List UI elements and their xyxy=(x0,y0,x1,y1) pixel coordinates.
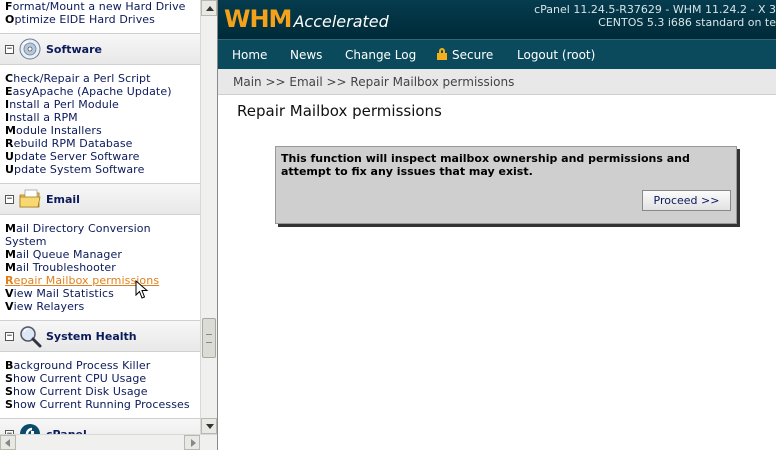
top-nav: Home News Change Log Secure Logout (root… xyxy=(218,39,776,69)
nav-logout[interactable]: Logout (root) xyxy=(517,48,595,62)
nav-home[interactable]: Home xyxy=(232,48,267,62)
nav-news[interactable]: News xyxy=(290,48,322,62)
sidebar-link-background-process-killer[interactable]: Background Process Killer xyxy=(0,359,200,372)
sidebar-link-update-system-software[interactable]: Update System Software xyxy=(0,163,200,176)
proceed-button[interactable]: Proceed >> xyxy=(642,190,731,211)
sidebar-link-mail-queue-manager[interactable]: Mail Queue Manager xyxy=(0,248,200,261)
magnifier-icon xyxy=(20,326,42,348)
scroll-down-button[interactable] xyxy=(201,418,217,434)
collapse-toggle-icon[interactable]: − xyxy=(5,45,14,54)
scroll-up-button[interactable] xyxy=(201,0,217,16)
sidebar-link-show-cpu-usage[interactable]: Show Current CPU Usage xyxy=(0,372,200,385)
section-header-software[interactable]: − Software xyxy=(0,33,200,65)
whm-logo[interactable]: WHM Accelerated xyxy=(224,5,389,33)
logo-main: WHM xyxy=(224,5,292,33)
collapse-toggle-icon[interactable]: − xyxy=(5,332,14,341)
scroll-left-button[interactable] xyxy=(0,435,16,450)
main-frame: WHM Accelerated cPanel 11.24.5-R37629 - W… xyxy=(218,0,776,450)
nav-change-log[interactable]: Change Log xyxy=(345,48,416,62)
sidebar-link-show-disk-usage[interactable]: Show Current Disk Usage xyxy=(0,385,200,398)
lock-icon xyxy=(437,48,447,60)
nav-secure-label: Secure xyxy=(452,48,494,62)
sidebar-link-repair-mailbox-permissions[interactable]: Repair Mailbox permissions xyxy=(0,274,200,287)
sidebar-menu: Format/Mount a new Hard Drive Optimize E… xyxy=(0,0,200,434)
mouse-pointer-icon xyxy=(135,280,149,299)
sidebar-horizontal-scrollbar[interactable] xyxy=(0,434,217,450)
repair-mailbox-panel: This function will inspect mailbox owner… xyxy=(275,146,737,224)
sidebar-link-mail-directory-conversion-cont[interactable]: System xyxy=(0,235,200,248)
sidebar-link-view-mail-statistics[interactable]: View Mail Statistics xyxy=(0,287,200,300)
sidebar-link-view-relayers[interactable]: View Relayers xyxy=(0,300,200,313)
logo-sub: Accelerated xyxy=(293,12,389,31)
sidebar-link-mail-troubleshooter[interactable]: Mail Troubleshooter xyxy=(0,261,200,274)
sidebar-vertical-scrollbar[interactable] xyxy=(200,0,217,434)
email-folder-icon xyxy=(19,189,41,208)
left-frame: Format/Mount a new Hard Drive Optimize E… xyxy=(0,0,218,450)
sidebar-link-easyapache[interactable]: EasyApache (Apache Update) xyxy=(0,85,200,98)
sidebar-link-rebuild-rpm-database[interactable]: Rebuild RPM Database xyxy=(0,137,200,150)
header-bar: WHM Accelerated cPanel 11.24.5-R37629 - W… xyxy=(218,0,776,39)
nav-secure[interactable]: Secure xyxy=(437,48,493,62)
sidebar-link-check-repair-perl[interactable]: Check/Repair a Perl Script xyxy=(0,72,200,85)
section-header-cpanel[interactable]: − cPanel xyxy=(0,418,200,434)
breadcrumb: Main >> Email >> Repair Mailbox permissi… xyxy=(218,69,776,95)
section-title: System Health xyxy=(46,330,137,343)
sidebar-link-optimize-eide[interactable]: Optimize EIDE Hard Drives xyxy=(0,13,200,26)
scroll-thumb[interactable] xyxy=(202,318,216,358)
version-info: cPanel 11.24.5-R37629 - WHM 11.24.2 - X … xyxy=(476,3,776,29)
scroll-right-button[interactable] xyxy=(184,435,200,450)
panel-description: This function will inspect mailbox owner… xyxy=(281,152,690,178)
section-title: Software xyxy=(46,43,102,56)
sidebar-link-format-mount-hard-drive[interactable]: Format/Mount a new Hard Drive xyxy=(0,0,200,13)
sidebar-link-install-perl-module[interactable]: Install a Perl Module xyxy=(0,98,200,111)
sidebar-link-module-installers[interactable]: Module Installers xyxy=(0,124,200,137)
section-title: Email xyxy=(46,193,80,206)
section-header-email[interactable]: − Email xyxy=(0,183,200,215)
collapse-toggle-icon[interactable]: − xyxy=(5,195,14,204)
version-line-2: CENTOS 5.3 i686 standard on te xyxy=(598,16,776,29)
software-cd-icon xyxy=(19,38,41,60)
sidebar-link-install-rpm[interactable]: Install a RPM xyxy=(0,111,200,124)
page-title: Repair Mailbox permissions xyxy=(237,102,442,120)
sidebar-link-show-running-processes[interactable]: Show Current Running Processes xyxy=(0,398,200,411)
cpanel-logo-icon xyxy=(20,424,40,434)
sidebar-link-update-server-software[interactable]: Update Server Software xyxy=(0,150,200,163)
section-header-system-health[interactable]: − System Health xyxy=(0,320,200,352)
sidebar-link-mail-directory-conversion[interactable]: Mail Directory Conversion xyxy=(0,222,200,235)
version-line-1: cPanel 11.24.5-R37629 - WHM 11.24.2 - X … xyxy=(534,3,776,16)
